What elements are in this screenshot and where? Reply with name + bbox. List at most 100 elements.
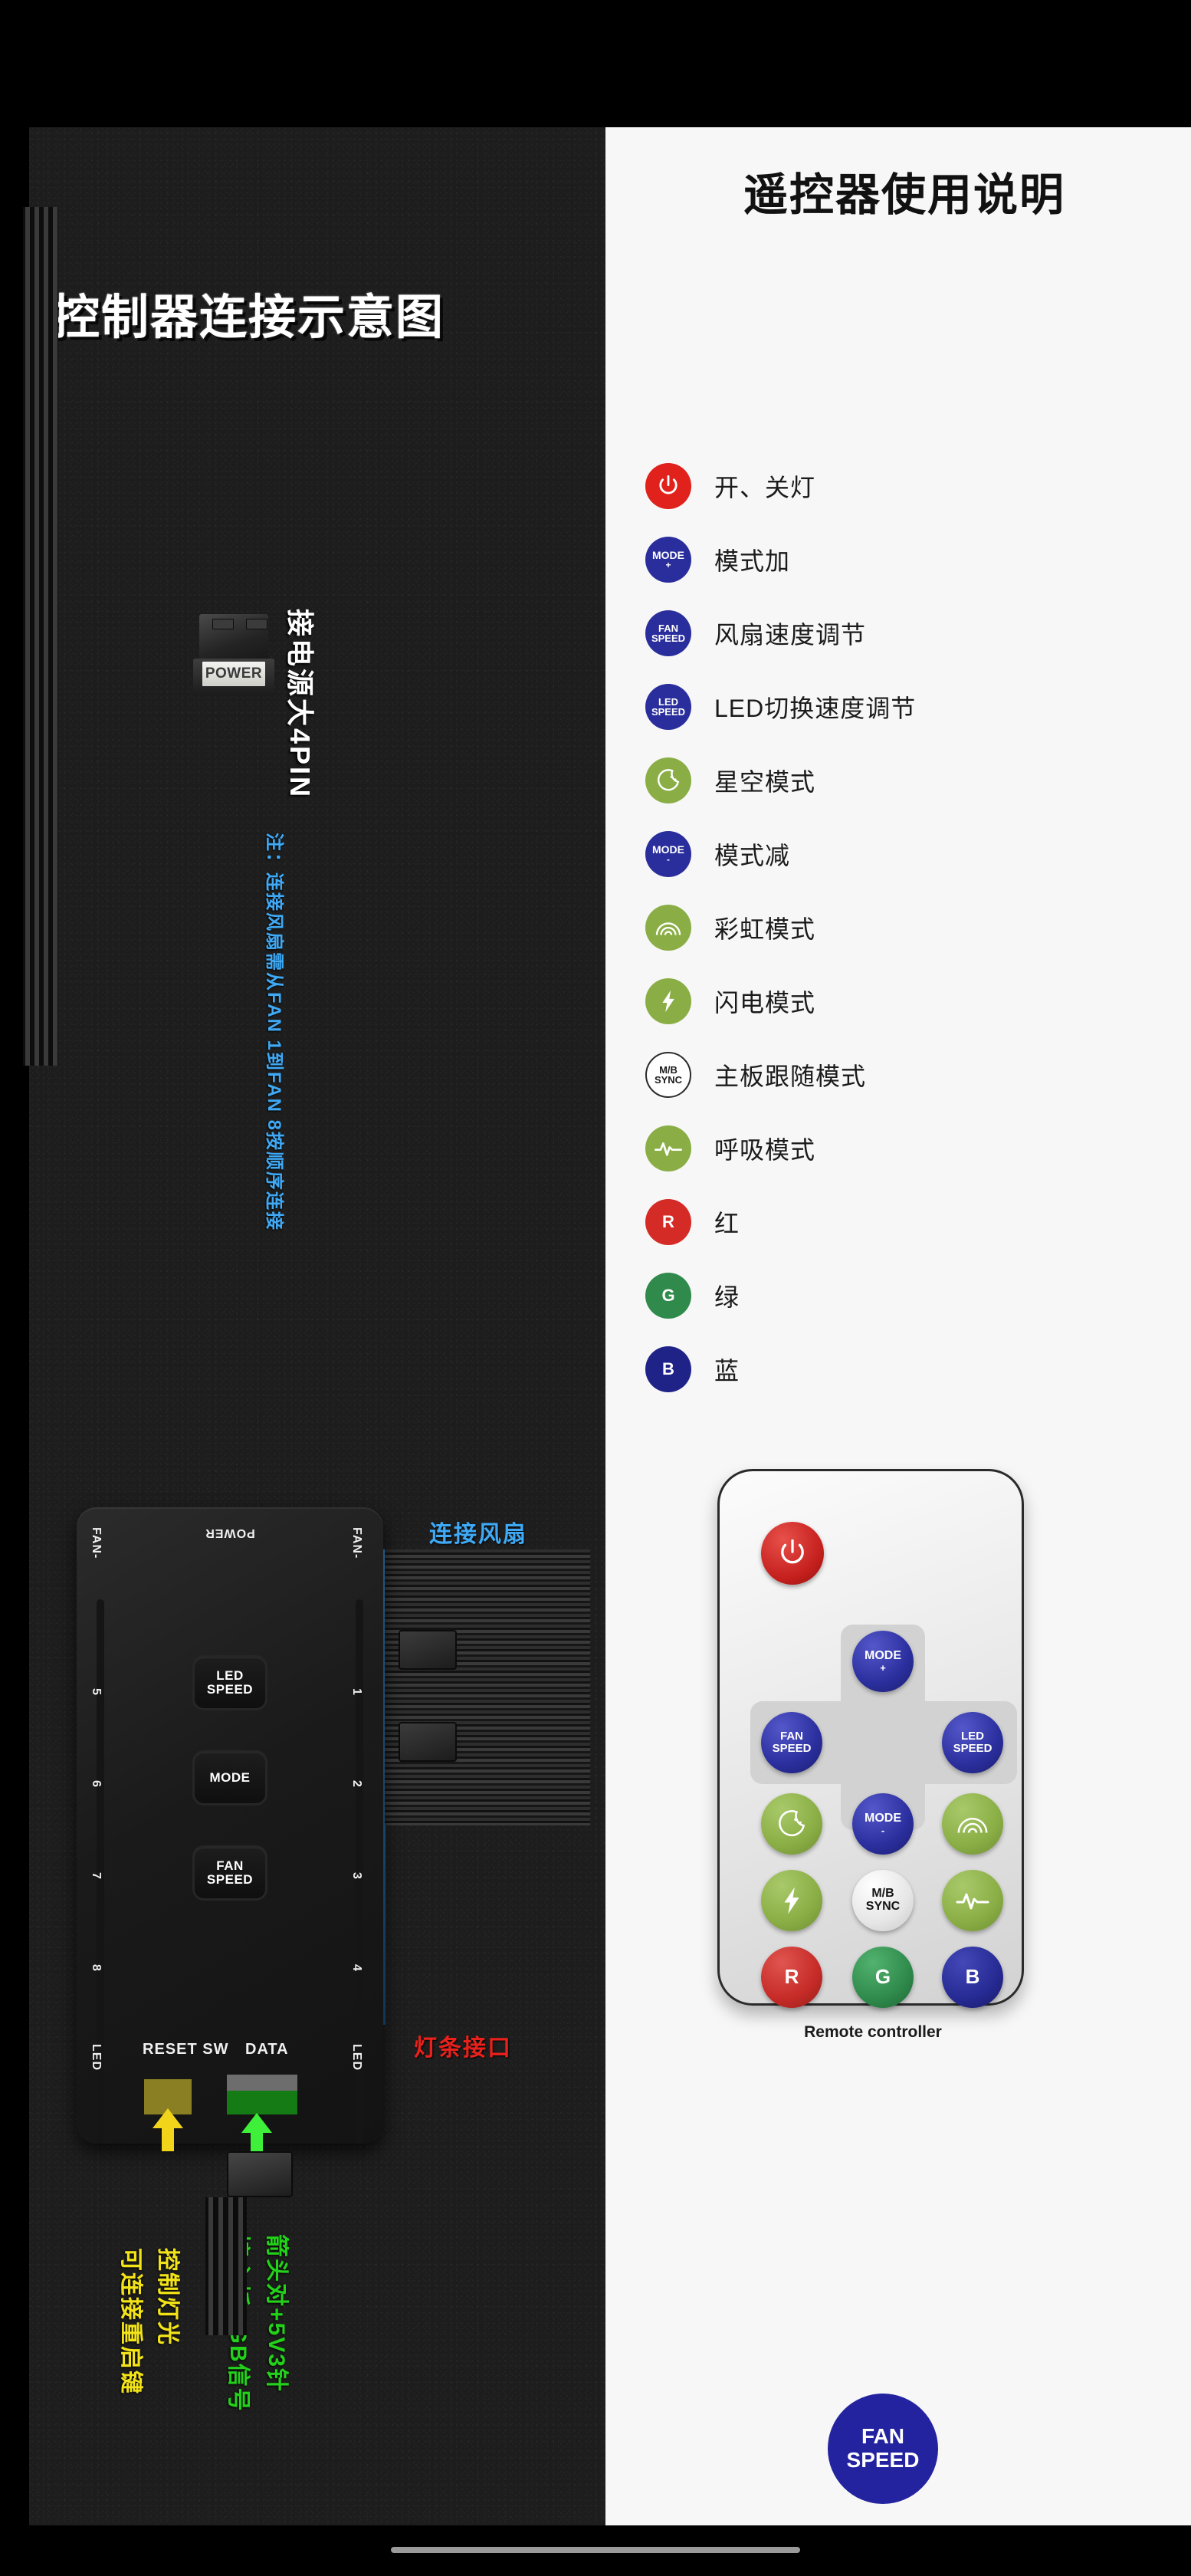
remote-controller-image: MODE + FAN SPEED LED SPEED MODE - M/B SY…: [717, 1469, 1024, 2041]
badge-line2: SPEED: [651, 632, 686, 644]
legend-label: 开、关灯: [714, 474, 816, 501]
board-key-led-speed-line1: LED: [216, 1668, 244, 1684]
badge-line1: MODE: [652, 843, 684, 856]
board-led-right: LED: [350, 2044, 363, 2071]
page-root: 控制器连接示意图 POWER 接电源大4PIN 注：连接风扇需从FAN 1到FA…: [0, 0, 1191, 2576]
r-icon: R: [645, 1199, 691, 1245]
data-header: [227, 2075, 297, 2114]
board-power-label: POWER: [205, 1526, 255, 1539]
legend-label: 绿: [714, 1283, 740, 1311]
badge-line2: +: [665, 560, 671, 570]
led-speed-icon: LED SPEED: [645, 684, 691, 730]
reset-button-label-2: 控制灯光: [155, 2248, 180, 2346]
board-key-led-speed[interactable]: LED SPEED: [195, 1658, 265, 1708]
legend-item-led-speed: LED SPEED LED切换速度调节: [645, 670, 1182, 744]
controller-board: POWER FAN- FAN- 5 6 7 8 LED 1 2 3 4 LED …: [77, 1507, 383, 2144]
remote-mode-plus-button[interactable]: MODE +: [852, 1631, 914, 1692]
button-line2: -: [881, 1824, 885, 1836]
button-line2: SYNC: [865, 1900, 901, 1913]
remote-breathing-button[interactable]: [942, 1870, 1003, 1931]
mode-minus-icon: MODE -: [645, 831, 691, 877]
remote-rainbow-button[interactable]: [942, 1793, 1003, 1855]
controller-diagram-panel: 控制器连接示意图 POWER 接电源大4PIN 注：连接风扇需从FAN 1到FA…: [0, 127, 605, 2525]
legend-label: 蓝: [714, 1357, 740, 1385]
fan-order-note: 注：连接风扇需从FAN 1到FAN 8按顺序连接: [264, 833, 284, 1232]
button-line1: MODE: [865, 1648, 901, 1662]
board-fan-minus-left: FAN-: [90, 1527, 103, 1559]
remote-fan-speed-button[interactable]: FAN SPEED: [761, 1712, 822, 1773]
power-source-label: 接电源大4PIN: [284, 609, 316, 800]
legend-item-green: G 绿: [645, 1259, 1182, 1332]
board-port-3: 3: [350, 1872, 363, 1880]
data-label: DATA: [245, 2041, 289, 2058]
legend-label: 模式减: [714, 842, 791, 869]
button-label: G: [874, 1965, 891, 1989]
remote-led-speed-button[interactable]: LED SPEED: [942, 1712, 1003, 1773]
power-connector: POWER: [193, 614, 274, 708]
remote-power-button[interactable]: [761, 1522, 824, 1585]
board-port-7: 7: [90, 1872, 103, 1880]
button-label: R: [784, 1965, 799, 1989]
board-key-fan-speed[interactable]: FAN SPEED: [195, 1848, 265, 1898]
board-key-mode-line1: MODE: [209, 1770, 251, 1786]
board-port-8: 8: [90, 1964, 103, 1972]
floating-button-line1: FAN: [861, 2424, 904, 2449]
board-port-6: 6: [90, 1780, 103, 1788]
home-indicator[interactable]: [391, 2547, 800, 2553]
led-strip-port-label: 灯条接口: [414, 2036, 512, 2061]
board-key-mode[interactable]: MODE: [195, 1753, 265, 1803]
button-label: B: [965, 1965, 980, 1989]
button-line2: SPEED: [772, 1742, 812, 1755]
board-led-left: LED: [90, 2044, 103, 2071]
fan-connector: [399, 1722, 457, 1762]
badge-line2: -: [667, 854, 670, 865]
remote-starry-button[interactable]: [761, 1793, 822, 1855]
remote-mode-minus-button[interactable]: MODE -: [852, 1793, 914, 1855]
moon-stars-icon: [645, 757, 691, 803]
legend-label: 红: [714, 1210, 740, 1237]
floating-button-line2: SPEED: [846, 2448, 920, 2472]
power-connector-label: POWER: [202, 662, 265, 686]
legend-item-starry-mode: 星空模式: [645, 744, 1182, 817]
power-pin-slot: [212, 619, 234, 629]
badge-line1: G: [661, 1286, 675, 1305]
legend-item-breathing-mode: 呼吸模式: [645, 1112, 1182, 1185]
power-pin-slot: [246, 619, 267, 629]
board-port-4: 4: [350, 1964, 363, 1972]
remote-mb-sync-button[interactable]: M/B SYNC: [852, 1870, 914, 1931]
fan-speed-icon: FAN SPEED: [645, 610, 691, 656]
legend-item-blue: B 蓝: [645, 1332, 1182, 1406]
remote-legend-list: 开、关灯 MODE + 模式加 FAN SPEED 风扇速度调节 LED SPE…: [645, 449, 1182, 1406]
legend-item-mode-plus: MODE + 模式加: [645, 523, 1182, 596]
remote-g-button[interactable]: G: [852, 1947, 914, 2008]
power-cable-bundle: [23, 207, 58, 1066]
remote-lightning-button[interactable]: [761, 1870, 822, 1931]
legend-label: LED切换速度调节: [714, 695, 917, 722]
legend-label: 星空模式: [714, 768, 816, 796]
page-title-left: 控制器连接示意图: [52, 291, 445, 344]
reset-button-label-1: 可连接重启键: [118, 2248, 143, 2395]
page-title-right: 遥控器使用说明: [743, 170, 1065, 220]
lightning-icon: [645, 978, 691, 1024]
board-key-led-speed-line2: SPEED: [206, 1682, 254, 1697]
floating-fan-speed-button[interactable]: FAN SPEED: [828, 2394, 938, 2504]
power-icon: [645, 463, 691, 509]
fan-ribbon-cables: [385, 1549, 590, 1825]
legend-item-mb-sync: M/B SYNC 主板跟随模式: [645, 1038, 1182, 1112]
legend-item-power: 开、关灯: [645, 449, 1182, 523]
button-line1: M/B: [871, 1887, 894, 1901]
fan-connector: [399, 1630, 457, 1670]
top-black-bar: [0, 0, 1191, 127]
legend-item-red: R 红: [645, 1185, 1182, 1259]
remote-b-button[interactable]: B: [942, 1947, 1003, 2008]
badge-line1: MODE: [652, 549, 684, 561]
board-port-5: 5: [90, 1688, 103, 1696]
legend-item-mode-minus: MODE - 模式减: [645, 817, 1182, 891]
motherboard-rgb-label-2: 箭头对+5V3针: [264, 2234, 289, 2393]
remote-caption: Remote controller: [804, 2023, 942, 2041]
legend-label: 模式加: [714, 547, 791, 575]
b-icon: B: [645, 1346, 691, 1392]
remote-r-button[interactable]: R: [761, 1947, 822, 2008]
board-key-fan-speed-line1: FAN: [216, 1858, 244, 1874]
button-line1: FAN: [780, 1730, 803, 1743]
